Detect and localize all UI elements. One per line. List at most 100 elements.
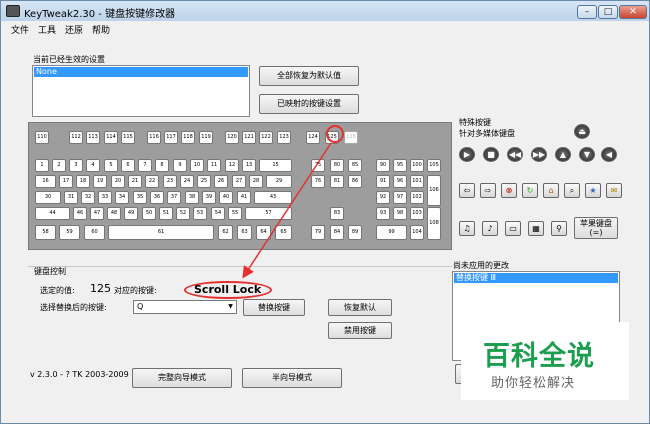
key-110[interactable]: 110 (35, 131, 49, 144)
key-9[interactable]: 9 (173, 159, 187, 172)
key-30[interactable]: 30 (35, 191, 61, 204)
key-86[interactable]: 86 (348, 175, 362, 188)
key-123[interactable]: 123 (277, 131, 291, 144)
key-90[interactable]: 90 (376, 159, 390, 172)
browser-stop-icon[interactable]: ⊗ (501, 183, 517, 198)
key-96[interactable]: 96 (393, 175, 407, 188)
key-17[interactable]: 17 (59, 175, 73, 188)
key-83[interactable]: 83 (330, 207, 344, 220)
key-37[interactable]: 37 (167, 191, 181, 204)
key-16[interactable]: 16 (35, 175, 56, 188)
key-23[interactable]: 23 (163, 175, 177, 188)
media-select-icon[interactable]: ♪ (482, 221, 498, 236)
key-76[interactable]: 76 (311, 175, 325, 188)
key-53[interactable]: 53 (193, 207, 207, 220)
key-21[interactable]: 21 (128, 175, 142, 188)
key-31[interactable]: 31 (64, 191, 78, 204)
mapped-keys-button[interactable]: 已映射的按键设置 (259, 94, 359, 114)
current-settings-list[interactable]: None (32, 65, 250, 117)
browser-search-icon[interactable]: ⌕ (564, 183, 580, 198)
key-33[interactable]: 33 (98, 191, 112, 204)
key-92[interactable]: 92 (376, 191, 390, 204)
browser-favorites-icon[interactable]: ★ (585, 183, 601, 198)
key-43[interactable]: 43 (254, 191, 292, 204)
key-46[interactable]: 46 (73, 207, 87, 220)
key-85[interactable]: 85 (348, 159, 362, 172)
key-104[interactable]: 104 (410, 225, 424, 240)
key-32[interactable]: 32 (81, 191, 95, 204)
key-61[interactable]: 61 (108, 225, 214, 240)
key-3[interactable]: 3 (69, 159, 83, 172)
volume-down-icon[interactable]: ▼ (579, 147, 595, 162)
maximize-button[interactable]: □ (598, 5, 618, 19)
key-13[interactable]: 13 (242, 159, 256, 172)
key-62[interactable]: 62 (218, 225, 233, 240)
full-wizard-button[interactable]: 完整向导模式 (132, 368, 232, 388)
key-40[interactable]: 40 (219, 191, 233, 204)
menu-tools[interactable]: 工具 (38, 23, 56, 36)
disable-key-button[interactable]: 禁用按键 (328, 322, 392, 339)
key-11[interactable]: 11 (207, 159, 221, 172)
key-20[interactable]: 20 (111, 175, 125, 188)
key-38[interactable]: 38 (185, 191, 199, 204)
key-58[interactable]: 58 (35, 225, 56, 240)
key-115[interactable]: 115 (121, 131, 135, 144)
key-124[interactable]: 124 (306, 131, 320, 144)
key-116[interactable]: 116 (147, 131, 161, 144)
key-120[interactable]: 120 (225, 131, 239, 144)
volume-up-icon[interactable]: ▲ (555, 147, 571, 162)
key-121[interactable]: 121 (242, 131, 256, 144)
half-wizard-button[interactable]: 半向导模式 (242, 368, 342, 388)
key-54[interactable]: 54 (211, 207, 225, 220)
search-icon[interactable]: ⚲ (551, 221, 567, 236)
key-119[interactable]: 119 (199, 131, 213, 144)
key-80[interactable]: 80 (330, 159, 344, 172)
key-51[interactable]: 51 (159, 207, 173, 220)
key-126[interactable]: 126 (344, 131, 358, 144)
my-computer-icon[interactable]: ▭ (505, 221, 521, 236)
forward-icon[interactable]: ▶▶ (531, 147, 547, 162)
key-47[interactable]: 47 (90, 207, 104, 220)
key-24[interactable]: 24 (180, 175, 194, 188)
menu-restore[interactable]: 还原 (65, 23, 83, 36)
key-103[interactable]: 103 (410, 207, 424, 220)
browser-refresh-icon[interactable]: ↻ (522, 183, 538, 198)
key-99[interactable]: 99 (376, 225, 407, 240)
list-item[interactable]: 替换按键 Ⅲ (454, 273, 618, 283)
key-8[interactable]: 8 (155, 159, 169, 172)
restore-all-button[interactable]: 全部恢复为默认值 (259, 66, 359, 86)
key-108[interactable]: 108 (427, 207, 441, 240)
key-105[interactable]: 105 (427, 159, 441, 172)
key-28[interactable]: 28 (249, 175, 263, 188)
key-100[interactable]: 100 (410, 159, 424, 172)
replace-key-button[interactable]: 替换按键 (243, 299, 305, 316)
key-64[interactable]: 64 (256, 225, 271, 240)
key-93[interactable]: 93 (376, 207, 390, 220)
apple-keyboard-button[interactable]: 苹果键盘 (=) (574, 217, 618, 239)
key-10[interactable]: 10 (190, 159, 204, 172)
key-1[interactable]: 1 (35, 159, 49, 172)
play-icon[interactable]: ▶ (459, 147, 475, 162)
key-91[interactable]: 91 (376, 175, 390, 188)
key-75[interactable]: 75 (311, 159, 325, 172)
key-98[interactable]: 98 (393, 207, 407, 220)
key-29[interactable]: 29 (266, 175, 292, 188)
mute-icon[interactable]: ◀ (601, 147, 617, 162)
key-12[interactable]: 12 (225, 159, 239, 172)
key-60[interactable]: 60 (84, 225, 105, 240)
rewind-icon[interactable]: ◀◀ (507, 147, 523, 162)
key-44[interactable]: 44 (35, 207, 70, 220)
key-65[interactable]: 65 (275, 225, 292, 240)
minimize-button[interactable]: – (577, 5, 597, 19)
key-55[interactable]: 55 (228, 207, 242, 220)
close-button[interactable]: ✕ (619, 5, 647, 19)
replacement-key-select[interactable]: Q ▼ (133, 300, 237, 314)
key-7[interactable]: 7 (138, 159, 152, 172)
stop-icon[interactable]: ■ (483, 147, 499, 162)
key-117[interactable]: 117 (164, 131, 178, 144)
menu-file[interactable]: 文件 (11, 23, 29, 36)
key-79[interactable]: 79 (311, 225, 325, 240)
key-15[interactable]: 15 (259, 159, 292, 172)
calculator-icon[interactable]: ▦ (528, 221, 544, 236)
key-118[interactable]: 118 (181, 131, 195, 144)
